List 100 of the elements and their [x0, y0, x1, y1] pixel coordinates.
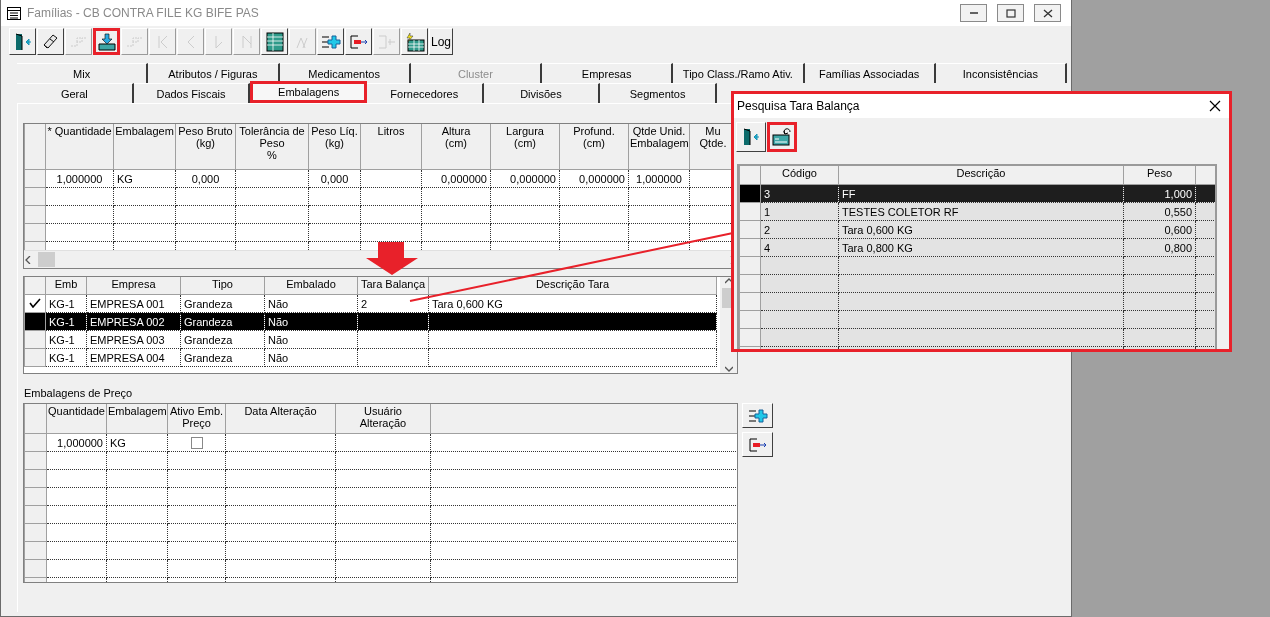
tab[interactable]: Famílias Associadas	[804, 63, 936, 83]
table-cell: 1,000000	[45, 169, 114, 188]
table-cell: 0,000	[175, 169, 236, 188]
table-cell: Não	[264, 330, 358, 349]
column-header: Qtde Unid. Embalagem	[628, 124, 690, 170]
maximize-button[interactable]	[997, 4, 1024, 22]
column-header: Embalagem	[113, 124, 176, 170]
folder-download-icon	[96, 31, 117, 52]
table-cell: KG-1	[45, 294, 87, 313]
door-exit-icon	[741, 127, 761, 147]
column-header: Ativo Emb. Preço	[167, 404, 226, 434]
tab[interactable]: Empresas	[542, 63, 674, 83]
table-cell: 2	[357, 294, 429, 313]
check-icon	[29, 297, 41, 308]
column-header: Tipo	[180, 277, 265, 295]
table-cell: Grandeza	[180, 294, 265, 313]
tree-icon	[126, 36, 143, 47]
table-cell: KG-1	[45, 312, 87, 331]
toolbar-button[interactable]	[767, 122, 797, 152]
last-record-icon	[241, 34, 252, 49]
column-header: Largura (cm)	[490, 124, 560, 170]
tab[interactable]: Segmentos	[600, 83, 717, 103]
table-cell: EMPRESA 004	[86, 348, 181, 367]
table-cell: KG-1	[45, 348, 87, 367]
table-cell: 0,000	[308, 169, 361, 188]
column-header: Usuário Alteração	[335, 404, 431, 434]
table-icon	[264, 31, 285, 52]
tree-icon	[70, 36, 87, 47]
table-cell: TESTES COLETOR RF	[838, 202, 1124, 221]
close-button[interactable]	[1207, 98, 1223, 114]
table-cell: 0,550	[1123, 202, 1196, 221]
table-cell: 0,000000	[421, 169, 491, 188]
table-cell: Tara 0,600 KG	[428, 294, 717, 313]
minimize-button[interactable]	[960, 4, 987, 22]
first-record-icon	[157, 34, 168, 49]
table-cell: 2	[760, 220, 839, 239]
column-header: Quantidade	[46, 404, 107, 434]
table-cell: KG	[113, 169, 176, 188]
column-header: Código	[760, 166, 839, 185]
tab[interactable]: Embalagens	[250, 81, 367, 103]
toolbar-button[interactable]	[93, 28, 120, 55]
column-header: Tara Balança	[357, 277, 429, 295]
column-header: Empresa	[86, 277, 181, 295]
column-header: Litros	[360, 124, 422, 170]
column-header: Peso	[1123, 166, 1196, 185]
app-icon	[7, 6, 21, 20]
tab[interactable]: Dados Fiscais	[133, 83, 251, 103]
tab[interactable]: Mix	[17, 63, 149, 83]
maximize-icon	[1005, 8, 1016, 18]
card-return-icon	[772, 127, 792, 147]
scroll-thumb[interactable]	[38, 252, 55, 267]
tab[interactable]: Medicamentos	[279, 63, 411, 83]
next-record-icon	[213, 34, 224, 49]
tab[interactable]: Inconsistências	[935, 63, 1067, 83]
table-cell: 1,000000	[628, 169, 690, 188]
table-cell: Não	[264, 294, 358, 313]
column-header: Peso Líq. (kg)	[308, 124, 361, 170]
remove-button[interactable]	[742, 432, 773, 457]
tab[interactable]: Atributos / Figuras	[148, 63, 280, 83]
column-header: * Quantidade	[45, 124, 114, 170]
close-button[interactable]	[1034, 4, 1061, 22]
table-cell: EMPRESA 001	[86, 294, 181, 313]
tab[interactable]: Geral	[17, 83, 134, 103]
table-cell: 0,000000	[490, 169, 560, 188]
log-button[interactable]: Log	[429, 28, 453, 55]
column-header: Profund. (cm)	[559, 124, 629, 170]
section-label: Embalagens de Preço	[24, 387, 134, 399]
column-header: Embalado	[264, 277, 358, 295]
prev-record-icon	[185, 34, 196, 49]
column-header: Tolerância de Peso %	[235, 124, 309, 170]
table-cell: 1	[760, 202, 839, 221]
table-cell: Tara 0,600 KG	[838, 220, 1124, 239]
add-button[interactable]	[742, 403, 773, 428]
dialog-title: Pesquisa Tara Balança	[737, 99, 861, 113]
table-cell: 0,600	[1123, 220, 1196, 239]
column-header: Descrição Tara	[428, 277, 717, 295]
table-cell: EMPRESA 003	[86, 330, 181, 349]
table-cell: Não	[264, 312, 358, 331]
window-title: Famílias - CB CONTRA FILE KG BIFE PAS	[27, 6, 260, 20]
column-header: Embalagem	[106, 404, 168, 434]
down-arrow-icon	[366, 242, 418, 275]
table-cell: 0,800	[1123, 238, 1196, 257]
column-header: Altura (cm)	[421, 124, 491, 170]
close-icon	[1209, 100, 1221, 112]
tab[interactable]: Divisões	[483, 83, 601, 103]
table-lightning-icon	[404, 31, 425, 52]
table-cell: 4	[760, 238, 839, 257]
tab[interactable]: Fornecedores	[366, 83, 484, 103]
eraser-icon	[43, 34, 58, 49]
column-header: Emb	[45, 277, 87, 295]
table-cell: Não	[264, 348, 358, 367]
checkbox[interactable]	[190, 437, 203, 450]
table-cell: Tara 0,800 KG	[838, 238, 1124, 257]
column-header: Peso Bruto (kg)	[175, 124, 236, 170]
tab[interactable]: Tipo Class./Ramo Ativ.	[673, 63, 805, 83]
minimize-icon	[968, 11, 979, 15]
table-cell: 1,000000	[46, 433, 107, 452]
close-icon	[1042, 8, 1053, 18]
table-cell: KG-1	[45, 330, 87, 349]
column-header: Descrição	[838, 166, 1124, 185]
